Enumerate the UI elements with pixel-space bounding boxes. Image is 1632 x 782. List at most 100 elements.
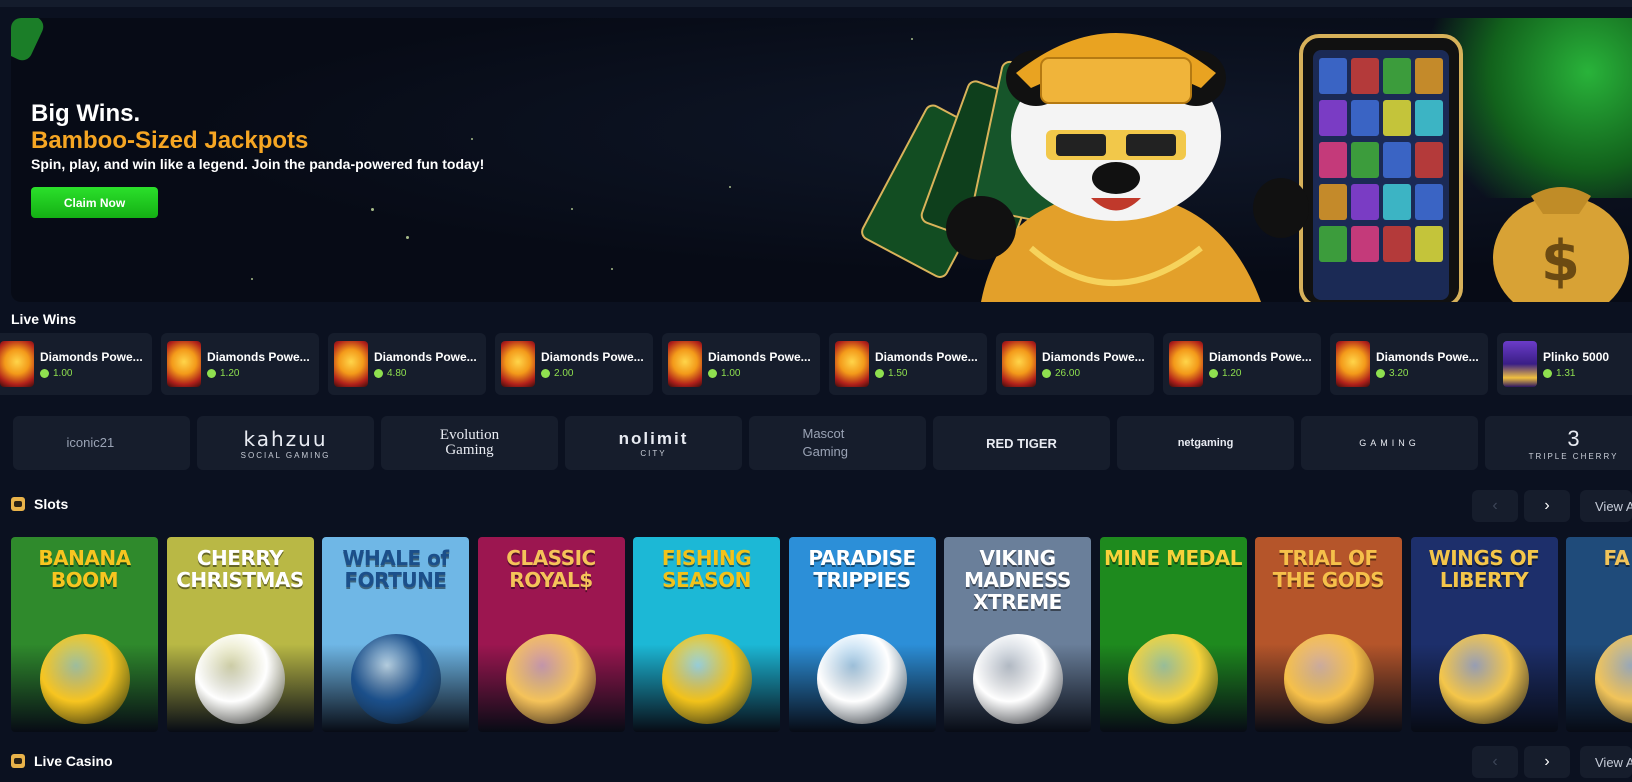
slots-view-all-button[interactable]: View A [1580, 490, 1632, 522]
slot-game-tile[interactable]: PARADISE TRIPPIES [788, 537, 936, 732]
live-win-card[interactable]: Diamonds Powe... 4.80 [328, 333, 486, 395]
game-thumbnail [1169, 341, 1203, 387]
slot-game-tile[interactable]: VIKING MADNESS XTREME [944, 537, 1091, 732]
coin-icon [1209, 368, 1218, 378]
provider-name: RED TIGER [986, 435, 1057, 451]
win-amount: 26.00 [1042, 368, 1145, 379]
game-character [506, 634, 596, 724]
live-win-card[interactable]: Plinko 5000 1.31 [1497, 333, 1632, 395]
slot-game-tile[interactable]: MINE MEDAL [1099, 537, 1247, 732]
live-win-card[interactable]: Diamonds Powe... 1.50 [829, 333, 987, 395]
slot-game-tile[interactable]: CHERRY CHRISTMAS [166, 537, 314, 732]
game-character [972, 634, 1063, 724]
game-title: MINE MEDAL [1103, 546, 1243, 570]
win-game-name: Diamonds Powe... [541, 349, 644, 364]
game-title: TRIAL OF THE GODS [1272, 546, 1385, 592]
game-thumbnail [167, 341, 201, 387]
live-win-card[interactable]: Diamonds Powe... 1.00 [662, 333, 820, 395]
game-character [817, 634, 907, 724]
slot-game-tile[interactable]: WINGS OF LIBERTY [1410, 537, 1558, 732]
hero-subtitle: Spin, play, and win like a legend. Join … [31, 156, 485, 172]
provider-logo[interactable]: RED TIGER [933, 416, 1110, 470]
provider-name: 3 [1567, 425, 1580, 451]
game-thumbnail [1002, 341, 1036, 387]
win-game-name: Diamonds Powe... [708, 349, 811, 364]
coin-icon [374, 368, 383, 378]
provider-name: Mascot Gaming [802, 426, 849, 459]
game-title: WHALE of FORTUNE [342, 546, 449, 592]
live-casino-next-button[interactable]: › [1524, 746, 1570, 778]
slots-carousel[interactable]: BANANA BOOM CHERRY CHRISTMAS WHALE of FORT… [0, 537, 1632, 732]
game-title: CHERRY CHRISTMAS [176, 546, 304, 592]
coin-icon [875, 368, 884, 378]
slot-game-tile[interactable]: BANANA BOOM [11, 537, 158, 732]
claim-now-button[interactable]: Claim Now [31, 187, 158, 218]
provider-logo[interactable]: Evolution Gaming [381, 416, 558, 470]
win-info: Diamonds Powe... 1.20 [207, 350, 310, 379]
provider-name: iconic21 [66, 435, 115, 450]
provider-logo[interactable]: GAMING [1301, 416, 1478, 470]
coin-icon [40, 368, 49, 378]
win-info: Diamonds Powe... 1.50 [875, 350, 978, 379]
live-casino-title: Live Casino [34, 753, 113, 769]
win-info: Diamonds Powe... 4.80 [374, 350, 477, 379]
live-win-card[interactable]: Diamonds Powe... 2.00 [495, 333, 653, 395]
win-amount: 1.00 [708, 368, 811, 379]
provider-subtitle: CITY [640, 448, 667, 458]
live-wins-title: Live Wins [11, 311, 77, 327]
win-amount: 1.50 [875, 368, 978, 379]
win-amount-value: 1.00 [721, 367, 741, 379]
slot-game-tile[interactable]: TRIAL OF THE GODS [1255, 537, 1402, 732]
provider-logo[interactable]: netgaming [1117, 416, 1294, 470]
provider-logo[interactable]: kahzuu SOCIAL GAMING [197, 416, 374, 470]
game-character [195, 634, 285, 724]
win-amount-value: 2.00 [554, 367, 574, 379]
provider-logo[interactable]: Mascot Gaming [749, 416, 926, 470]
game-thumbnail [334, 341, 368, 387]
providers-carousel[interactable]: iconic21 kahzuu SOCIAL GAMING Evolution Gam… [0, 416, 1632, 470]
game-title: FISHING SEASON [661, 546, 752, 592]
slot-game-tile[interactable]: FA OLY [1566, 537, 1632, 732]
win-game-name: Diamonds Powe... [1209, 349, 1312, 364]
slot-game-tile[interactable]: CLASSIC ROYAL$ [477, 537, 625, 732]
win-amount-value: 1.20 [220, 367, 240, 379]
provider-logo[interactable]: 3 TRIPLE CHERRY [1485, 416, 1632, 470]
game-character [1439, 634, 1529, 724]
win-amount: 1.20 [207, 368, 310, 379]
game-title: VIKING MADNESS XTREME [964, 546, 1071, 614]
svg-text:$: $ [1541, 229, 1580, 294]
slot-game-tile[interactable]: WHALE of FORTUNE [322, 537, 469, 732]
slots-prev-button[interactable]: ‹ [1472, 490, 1518, 522]
win-game-name: Diamonds Powe... [1376, 349, 1479, 364]
slot-game-tile[interactable]: FISHING SEASON [633, 537, 780, 732]
slot-machine-icon [11, 497, 25, 511]
provider-logo[interactable]: iconic21 [13, 416, 190, 470]
win-amount: 4.80 [374, 368, 477, 379]
win-info: Plinko 5000 1.31 [1543, 350, 1609, 379]
dice-decoration [11, 18, 47, 64]
provider-name: Evolution Gaming [439, 427, 500, 458]
live-casino-prev-button[interactable]: ‹ [1472, 746, 1518, 778]
live-win-card[interactable]: Diamonds Powe... 3.20 [1330, 333, 1488, 395]
provider-name: kahzuu [243, 426, 328, 451]
game-character [1128, 634, 1218, 724]
game-title: PARADISE TRIPPIES [808, 546, 916, 592]
live-win-card[interactable]: Diamonds Powe... 1.20 [1163, 333, 1321, 395]
win-info: Diamonds Powe... 1.00 [708, 350, 811, 379]
win-amount-value: 1.00 [53, 367, 73, 379]
slots-header: Slots [11, 496, 68, 512]
slots-next-button[interactable]: › [1524, 490, 1570, 522]
provider-subtitle: SOCIAL GAMING [240, 450, 331, 460]
live-casino-view-all-button[interactable]: View A [1580, 746, 1632, 778]
live-wins-carousel[interactable]: Diamonds Powe... 1.00 Diamonds Powe... 1.20… [0, 333, 1632, 395]
game-thumbnail [1336, 341, 1370, 387]
live-win-card[interactable]: Diamonds Powe... 26.00 [996, 333, 1154, 395]
hero-banner[interactable]: $ Big Wins. Bamboo-Sized Jackpots Spin, … [11, 18, 1632, 302]
live-win-card[interactable]: Diamonds Powe... 1.00 [0, 333, 152, 395]
game-thumbnail [668, 341, 702, 387]
provider-logo[interactable]: nolimit CITY [565, 416, 742, 470]
live-win-card[interactable]: Diamonds Powe... 1.20 [161, 333, 319, 395]
coin-icon [1543, 368, 1552, 378]
win-amount: 1.20 [1209, 368, 1312, 379]
panda-mascot-illustration: $ [861, 33, 1629, 302]
